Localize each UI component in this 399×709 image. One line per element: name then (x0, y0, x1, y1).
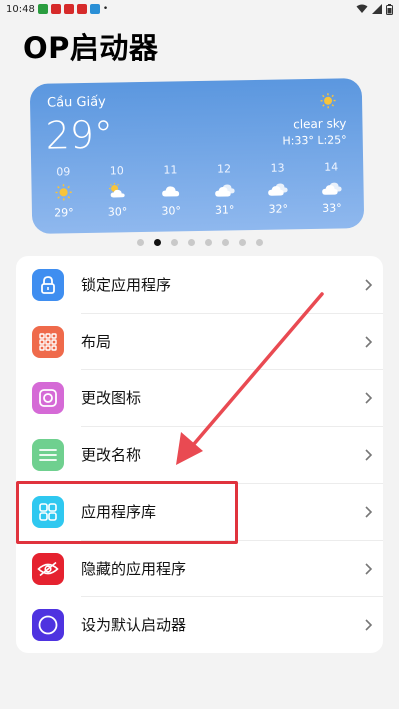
hour-temperature: 30° (161, 204, 182, 218)
menu-item-rename[interactable]: 更改名称 (16, 426, 383, 483)
page-dot[interactable] (187, 239, 195, 246)
page-dot[interactable] (255, 239, 263, 246)
hour-temperature: 33° (322, 201, 342, 215)
menu-item-label: 应用程序库 (81, 503, 157, 521)
menu-item-hidden-apps[interactable]: 隐藏的应用程序 (16, 540, 383, 597)
hourly-item: 10 30° (93, 164, 142, 219)
hourly-forecast: 09 29° 10 30° 11 30° 12 31° 13 32° 14 33… (39, 160, 356, 220)
hourly-item: 14 33° (307, 160, 356, 215)
more-notifications-icon: • (102, 4, 109, 14)
chevron-right-icon (365, 448, 373, 461)
weather-condition: clear sky (293, 116, 347, 132)
chevron-right-icon (365, 278, 373, 291)
app-library-icon (32, 495, 64, 528)
cloud-icon (161, 181, 181, 199)
hour-label: 11 (163, 163, 178, 177)
page-indicator (0, 239, 399, 246)
menu-item-label: 更改图标 (81, 389, 142, 407)
status-time: 10:48 (6, 3, 35, 15)
chevron-right-icon (365, 505, 373, 518)
menu-item-lock-apps[interactable]: 锁定应用程序 (16, 256, 383, 313)
notification-app-icon (76, 4, 87, 14)
menu-item-app-library[interactable]: 应用程序库 (16, 483, 383, 540)
weather-temperature: 29° (45, 112, 114, 158)
page-dot[interactable] (238, 239, 246, 246)
chevron-right-icon (365, 335, 373, 348)
hour-label: 09 (56, 165, 71, 179)
weather-city: Cầu Giấy (46, 94, 106, 111)
hourly-item: 13 32° (253, 161, 302, 216)
clouds-icon (213, 180, 235, 198)
hour-label: 14 (324, 160, 339, 174)
page-title: OP启动器 (23, 31, 159, 65)
page-dot[interactable] (170, 239, 178, 246)
menu-item-layout[interactable]: 布局 (16, 313, 383, 370)
hour-label: 12 (216, 162, 232, 176)
sun-icon (54, 183, 72, 201)
notification-app-icon (89, 4, 100, 14)
page-dot[interactable] (221, 239, 229, 246)
menu-item-label: 设为默认启动器 (81, 616, 187, 634)
hour-temperature: 30° (107, 205, 128, 219)
hour-label: 10 (109, 164, 124, 178)
wifi-icon (356, 4, 368, 13)
square-circle-icon (32, 381, 64, 414)
page-dot[interactable] (136, 239, 144, 246)
partly-cloudy-icon (107, 182, 127, 200)
clouds-icon (267, 179, 289, 197)
hourly-item: 11 30° (146, 163, 195, 218)
status-bar: 10:48 • (0, 0, 399, 18)
battery-icon (386, 3, 393, 15)
notification-app-icon (63, 4, 74, 14)
page-dot[interactable] (204, 239, 212, 246)
menu-item-set-default-launcher[interactable]: 设为默认启动器 (16, 596, 383, 653)
menu-item-label: 更改名称 (81, 446, 142, 464)
hidden-eye-icon (32, 552, 64, 585)
weather-widget[interactable]: Cầu Giấy 29° clear sky H:33° L:25° 09 29… (29, 78, 365, 234)
chevron-right-icon (365, 391, 373, 404)
chevron-right-icon (365, 562, 373, 575)
menu-item-label: 锁定应用程序 (81, 276, 172, 294)
notification-app-icon (37, 4, 48, 14)
settings-menu: 锁定应用程序 布局 更改图标 更改名称 应用程序库 隐藏的应用程序 设为默认启动… (16, 256, 383, 653)
menu-item-label: 布局 (81, 333, 112, 351)
signal-icon (372, 4, 382, 14)
page-dot-active[interactable] (153, 239, 161, 246)
hour-temperature: 32° (268, 202, 289, 216)
menu-item-label: 隐藏的应用程序 (81, 560, 187, 578)
circle-icon (32, 608, 64, 641)
hour-temperature: 31° (214, 203, 235, 217)
sun-icon (320, 93, 336, 113)
notification-app-icon (50, 4, 61, 14)
chevron-right-icon (365, 618, 373, 631)
lines-icon (32, 438, 64, 471)
clouds-icon (320, 178, 342, 196)
menu-item-change-icon[interactable]: 更改图标 (16, 369, 383, 426)
hourly-item: 12 31° (200, 162, 249, 217)
weather-high-low: H:33° L:25° (282, 133, 347, 148)
grid-icon (32, 325, 64, 358)
hour-label: 13 (270, 161, 285, 175)
hourly-item: 09 29° (39, 165, 88, 220)
lock-icon (32, 268, 64, 301)
hour-temperature: 29° (54, 206, 74, 220)
